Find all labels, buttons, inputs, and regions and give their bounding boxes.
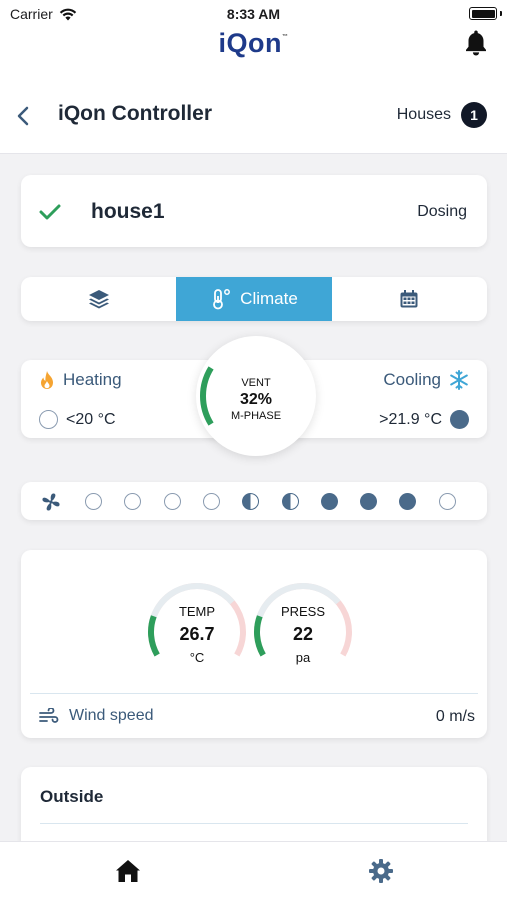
- fan-level-4[interactable]: [202, 493, 220, 510]
- flame-icon: [41, 371, 53, 389]
- pressure-value: 22: [292, 624, 314, 644]
- layers-icon: [88, 290, 109, 309]
- temp-value: 26.7: [179, 624, 215, 644]
- house-card[interactable]: house1 Dosing: [21, 175, 487, 247]
- tab-climate-label: Climate: [240, 289, 298, 308]
- fan-level-9[interactable]: [399, 493, 417, 510]
- cooling-value: >21.9 °C: [379, 410, 442, 428]
- page-title: iQon Controller: [58, 102, 212, 125]
- back-chevron-icon[interactable]: [14, 104, 34, 128]
- heating-header: Heating: [39, 370, 122, 390]
- houses-count-badge: 1: [461, 102, 487, 128]
- house-name: house1: [91, 200, 165, 223]
- temp-label: TEMP: [178, 604, 216, 619]
- section-tabs: Climate: [21, 277, 487, 321]
- cooling-radio[interactable]: [450, 410, 469, 429]
- status-time: 8:33 AM: [226, 6, 281, 22]
- wind-speed-value: 0 m/s: [435, 708, 475, 725]
- sensor-gauges-card: TEMP 26.7 °C PRESS 22 pa Wind speed 0 m/…: [21, 550, 487, 738]
- pressure-unit: pa: [295, 650, 311, 665]
- calendar-icon: [400, 290, 418, 308]
- fan-level-row: [21, 482, 487, 520]
- heating-setpoint[interactable]: <20 °C: [39, 410, 116, 429]
- temp-gauge: TEMP 26.7 °C: [145, 582, 249, 672]
- houses-label: Houses: [396, 106, 451, 123]
- wind-speed-label: Wind speed: [69, 707, 154, 724]
- vent-dial: VENT 32% M-PHASE: [196, 336, 316, 456]
- heating-radio[interactable]: [39, 410, 58, 429]
- battery-icon: [469, 7, 497, 20]
- heating-value: <20 °C: [66, 410, 116, 428]
- app-logo: iQon™: [218, 28, 289, 58]
- pressure-gauge: PRESS 22 pa: [251, 582, 355, 672]
- wind-speed-row: Wind speed: [39, 707, 154, 725]
- heating-label: Heating: [63, 370, 122, 389]
- app-logo-bar: iQon™: [0, 28, 507, 80]
- vent-label: VENT: [241, 377, 271, 389]
- fan-level-2[interactable]: [124, 493, 142, 510]
- fan-level-10[interactable]: [438, 493, 456, 510]
- fan-level-7[interactable]: [320, 493, 338, 510]
- tab-layers[interactable]: [21, 277, 176, 321]
- snowflake-icon: [450, 370, 468, 390]
- fan-level-8[interactable]: [360, 493, 378, 510]
- gear-icon[interactable]: [368, 858, 394, 884]
- fan-icon: [42, 493, 60, 511]
- vent-phase: M-PHASE: [230, 410, 282, 422]
- nav-header: iQon Controller Houses 1: [0, 80, 507, 154]
- home-icon[interactable]: [114, 858, 142, 884]
- cooling-setpoint[interactable]: >21.9 °C: [379, 410, 469, 429]
- pressure-label: PRESS: [280, 604, 326, 619]
- divider: [40, 823, 468, 824]
- outside-title: Outside: [40, 787, 104, 806]
- check-icon: [39, 204, 61, 220]
- status-bar: Carrier 8:33 AM: [0, 0, 507, 28]
- divider: [30, 693, 478, 694]
- fan-level-5[interactable]: [242, 493, 260, 510]
- bell-icon[interactable]: [461, 28, 491, 58]
- bottom-tab-bar: [0, 841, 507, 900]
- cooling-label: Cooling: [383, 370, 441, 389]
- houses-button[interactable]: Houses 1: [397, 102, 487, 128]
- cooling-header: Cooling: [383, 370, 469, 390]
- tab-calendar[interactable]: [332, 277, 487, 321]
- house-status: Dosing: [417, 203, 467, 220]
- temp-unit: °C: [189, 650, 205, 665]
- thermometer-icon: [213, 289, 231, 310]
- wind-icon: [39, 708, 59, 723]
- vent-value: 32%: [239, 391, 273, 408]
- fan-level-3[interactable]: [163, 493, 181, 510]
- fan-level-1[interactable]: [85, 493, 102, 510]
- fan-level-6[interactable]: [281, 493, 299, 510]
- tab-climate[interactable]: Climate: [176, 277, 332, 321]
